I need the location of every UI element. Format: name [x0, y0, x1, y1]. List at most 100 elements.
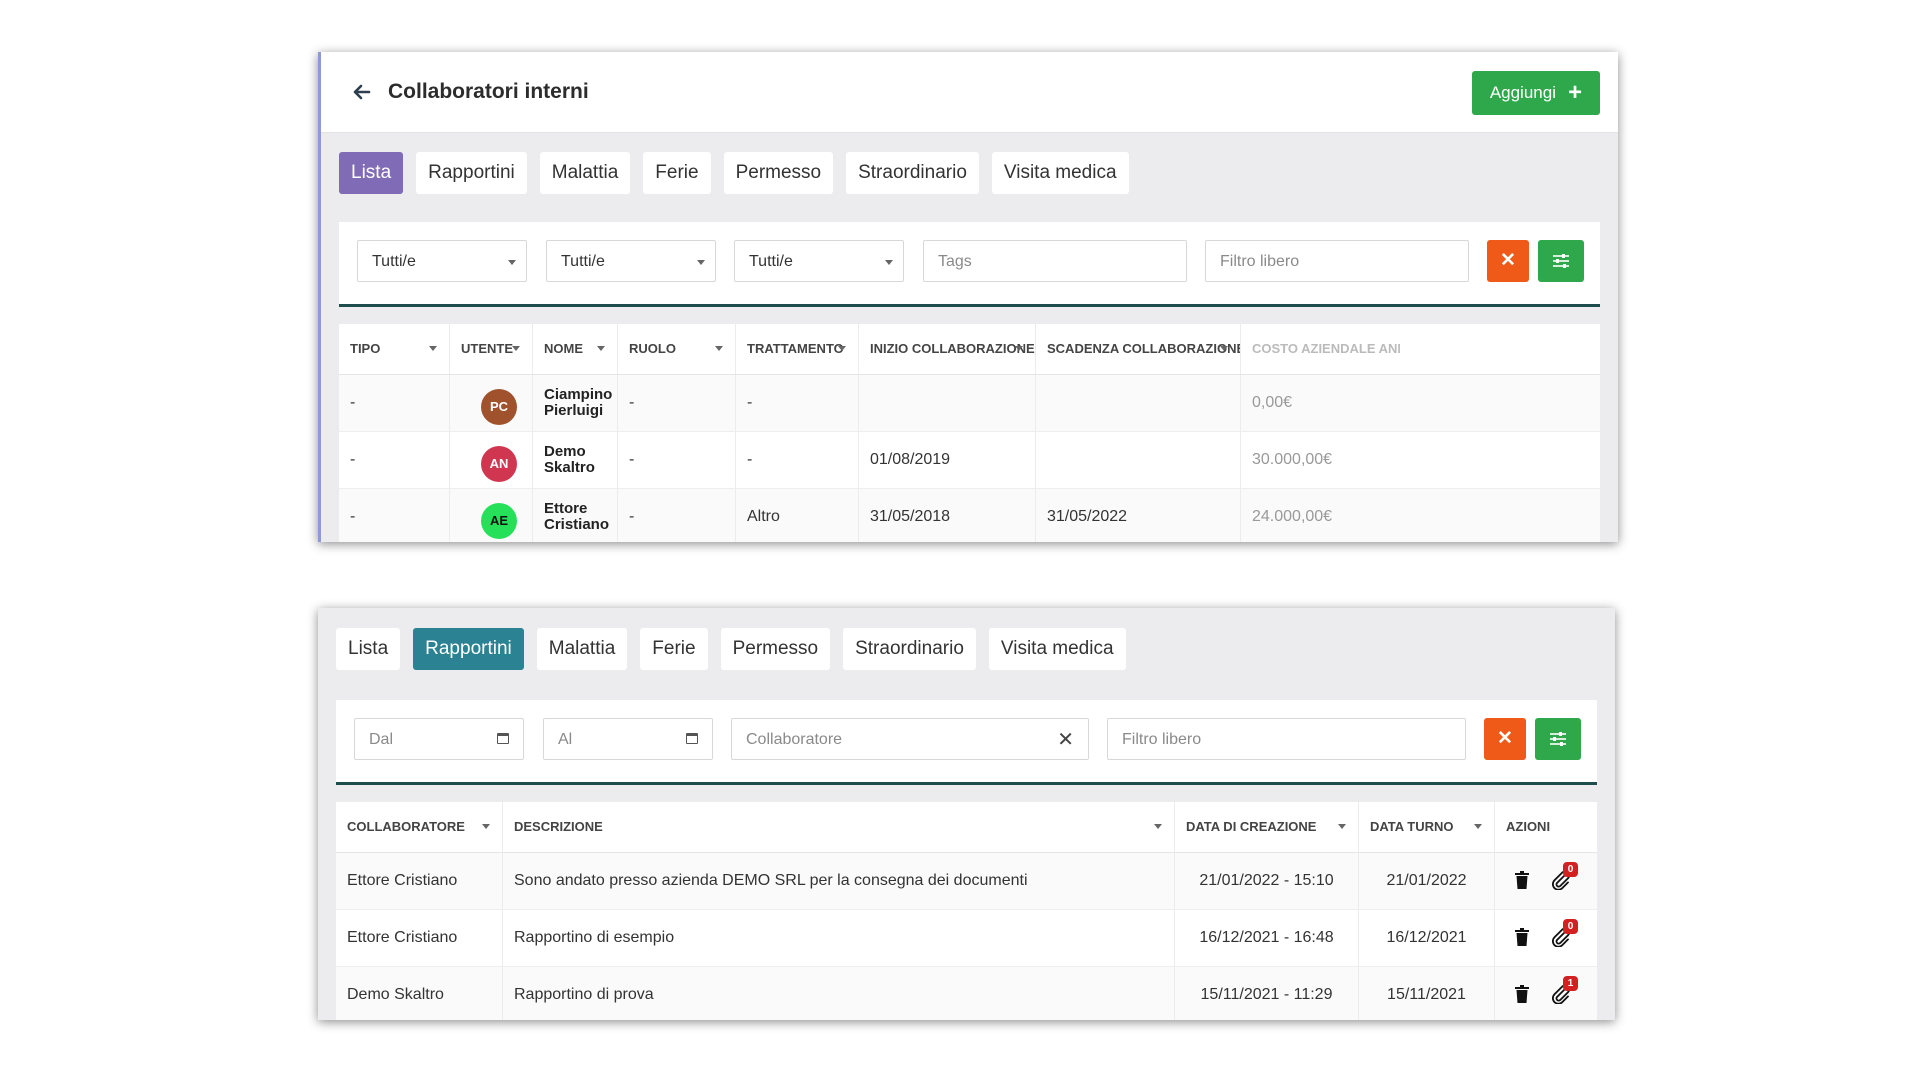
table-row[interactable]: - PC Ciampino Pierluigi - - 0,00€ [339, 375, 1600, 432]
collaborator-placeholder: Collaboratore [746, 731, 843, 748]
clear-filters-button[interactable]: ✕ [1484, 718, 1526, 760]
date-from-input[interactable]: Dal [354, 718, 524, 760]
user-select[interactable]: Tutti/e [546, 240, 716, 282]
table-row[interactable]: - AN Demo Skaltro - - 01/08/2019 30.000,… [339, 432, 1600, 489]
free-filter-input[interactable]: Filtro libero [1205, 240, 1469, 282]
table-row[interactable]: Demo Skaltro Rapportino di prova 15/11/2… [336, 967, 1597, 1020]
column-header-costo[interactable]: COSTO AZIENDALE ANNU [1241, 324, 1400, 374]
sort-caret-icon [1220, 346, 1228, 351]
table-body: Ettore Cristiano Sono andato presso azie… [336, 853, 1597, 1020]
tab-permesso[interactable]: Permesso [723, 152, 834, 194]
calendar-icon[interactable] [497, 733, 509, 744]
calendar-icon[interactable] [686, 733, 698, 744]
tab-ferie[interactable]: Ferie [640, 628, 708, 670]
table-header: COLLABORATORE DESCRIZIONE DATA DI CREAZI… [336, 802, 1597, 853]
column-header-data-turno[interactable]: DATA TURNO [1359, 802, 1495, 852]
role-select[interactable]: Tutti/e [734, 240, 904, 282]
column-header-collaboratore[interactable]: COLLABORATORE [336, 802, 503, 852]
trash-icon[interactable] [1515, 985, 1529, 1003]
dropdown-caret-icon [697, 260, 705, 265]
sort-caret-icon [512, 346, 520, 351]
cell-collaboratore: Ettore Cristiano [336, 853, 503, 909]
clear-icon[interactable]: ✕ [1057, 719, 1074, 761]
date-to-input[interactable]: Al [543, 718, 713, 760]
column-header-azioni: AZIONI [1506, 819, 1551, 834]
column-header-tipo[interactable]: TIPO [339, 324, 450, 374]
cell-collaboratore: Demo Skaltro [336, 967, 503, 1020]
cell-nome: Demo Skaltro [533, 432, 618, 488]
column-header-nome[interactable]: NOME [533, 324, 618, 374]
cell-tipo: - [339, 489, 450, 542]
cell-utente: AN [450, 432, 533, 488]
rapportini-panel: Lista Rapportini Malattia Ferie Permesso… [318, 608, 1615, 1020]
tab-visita-medica[interactable]: Visita medica [988, 628, 1126, 670]
advanced-filters-button[interactable] [1535, 718, 1581, 760]
cell-trattamento: Altro [736, 489, 859, 542]
tab-lista[interactable]: Lista [339, 152, 404, 194]
column-header-trattamento[interactable]: TRATTAMENTO [736, 324, 859, 374]
plus-icon: + [1567, 79, 1582, 106]
collaborator-select[interactable]: Collaboratore ✕ [731, 718, 1089, 760]
cell-azioni: 0 [1495, 910, 1597, 966]
cell-costo: 0,00€ [1252, 394, 1293, 411]
tab-bar: Lista Rapportini Malattia Ferie Permesso… [339, 152, 1129, 194]
sort-caret-icon [1338, 824, 1346, 829]
cell-costo: 24.000,00€ [1252, 508, 1333, 525]
collaborators-table: TIPO UTENTE NOME RUOLO TRATTAMENTO INIZI… [339, 324, 1600, 542]
sort-caret-icon [1015, 346, 1023, 351]
sort-caret-icon [838, 346, 846, 351]
column-header-ruolo[interactable]: RUOLO [618, 324, 736, 374]
attachment-count-badge: 0 [1563, 862, 1578, 877]
avatar: AE [481, 503, 517, 539]
filter-bar: Dal Al Collaboratore ✕ Filtro libero ✕ [336, 700, 1597, 785]
attachment-count-badge: 0 [1563, 919, 1578, 934]
cell-inizio: 31/05/2018 [859, 489, 1036, 542]
column-header-scadenza[interactable]: SCADENZA COLLABORAZIONE [1036, 324, 1241, 374]
tab-straordinario[interactable]: Straordinario [846, 152, 979, 194]
cell-descrizione: Rapportino di esempio [503, 910, 1175, 966]
add-button[interactable]: Aggiungi + [1471, 71, 1600, 115]
cell-scadenza [1036, 375, 1241, 431]
avatar: PC [481, 389, 517, 425]
cell-ruolo: - [618, 489, 736, 542]
tab-malattia[interactable]: Malattia [536, 628, 628, 670]
rapportini-table: COLLABORATORE DESCRIZIONE DATA DI CREAZI… [336, 802, 1597, 1020]
tab-permesso[interactable]: Permesso [720, 628, 831, 670]
type-select[interactable]: Tutti/e [357, 240, 527, 282]
tab-ferie[interactable]: Ferie [643, 152, 711, 194]
cell-tipo: - [339, 432, 450, 488]
clear-filters-button[interactable]: ✕ [1487, 240, 1529, 282]
cell-scadenza: 31/05/2022 [1036, 489, 1241, 542]
cell-nome: Ettore Cristiano [533, 489, 618, 542]
column-header-inizio[interactable]: INIZIO COLLABORAZIONE [859, 324, 1036, 374]
tab-malattia[interactable]: Malattia [539, 152, 631, 194]
cell-inizio [859, 375, 1036, 431]
trash-icon[interactable] [1515, 871, 1529, 889]
free-filter-input[interactable]: Filtro libero [1107, 718, 1466, 760]
cell-costo: 30.000,00€ [1252, 451, 1333, 468]
tab-lista[interactable]: Lista [336, 628, 401, 670]
advanced-filters-button[interactable] [1538, 240, 1584, 282]
tab-rapportini[interactable]: Rapportini [416, 152, 527, 194]
sort-caret-icon [1474, 824, 1482, 829]
trash-icon[interactable] [1515, 928, 1529, 946]
tags-input[interactable]: Tags [923, 240, 1187, 282]
tab-bar: Lista Rapportini Malattia Ferie Permesso… [336, 628, 1126, 670]
column-header-data-creazione[interactable]: DATA DI CREAZIONE [1175, 802, 1359, 852]
tab-visita-medica[interactable]: Visita medica [991, 152, 1129, 194]
tab-straordinario[interactable]: Straordinario [843, 628, 976, 670]
table-row[interactable]: Ettore Cristiano Sono andato presso azie… [336, 853, 1597, 910]
cell-descrizione: Rapportino di prova [503, 967, 1175, 1020]
tab-rapportini[interactable]: Rapportini [413, 628, 524, 670]
type-select-value: Tutti/e [372, 253, 416, 270]
column-header-utente[interactable]: UTENTE [450, 324, 533, 374]
back-arrow-icon[interactable] [349, 80, 373, 104]
table-row[interactable]: - AE Ettore Cristiano - Altro 31/05/2018… [339, 489, 1600, 542]
table-row[interactable]: Ettore Cristiano Rapportino di esempio 1… [336, 910, 1597, 967]
sort-caret-icon [482, 824, 490, 829]
attachment-count-badge: 1 [1563, 976, 1578, 991]
column-header-descrizione[interactable]: DESCRIZIONE [503, 802, 1175, 852]
cell-data-creazione: 21/01/2022 - 15:10 [1175, 853, 1359, 909]
sort-caret-icon [715, 346, 723, 351]
date-from-placeholder: Dal [369, 731, 394, 748]
